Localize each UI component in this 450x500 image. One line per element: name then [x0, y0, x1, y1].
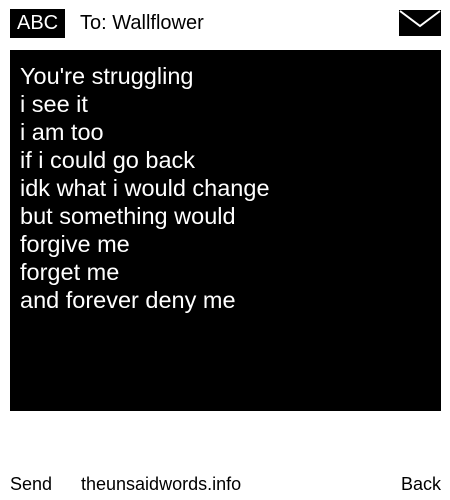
site-link[interactable]: theunsaidwords.info: [81, 470, 241, 498]
send-button[interactable]: Send: [10, 470, 52, 498]
message-line: if i could go back: [20, 147, 196, 173]
message-body[interactable]: You're struggling i see it i am too if i…: [10, 50, 441, 411]
header-bar: ABC To: Wallflower: [0, 0, 450, 44]
message-line: but something would: [20, 203, 236, 229]
input-mode-badge[interactable]: ABC: [10, 9, 66, 38]
message-line: You're struggling: [20, 63, 194, 89]
back-button[interactable]: Back: [401, 470, 441, 498]
message-line: i see it: [20, 91, 88, 117]
recipient-label: To: Wallflower: [80, 12, 204, 34]
envelope-icon: [399, 10, 441, 36]
message-line: and forever deny me: [20, 287, 236, 313]
message-line: forget me: [20, 259, 120, 285]
message-line: idk what i would change: [20, 175, 270, 201]
message-line: forgive me: [20, 231, 130, 257]
softkey-bar: Send theunsaidwords.info Back: [0, 470, 450, 498]
message-line: i am too: [20, 119, 104, 145]
